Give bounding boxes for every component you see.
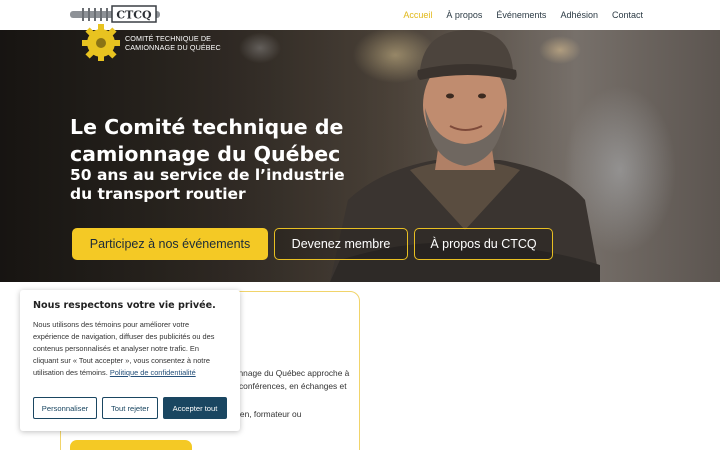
nav-item-evenements[interactable]: Événements [496,10,546,20]
privacy-policy-link[interactable]: Politique de confidentialité [110,368,196,377]
become-member-button[interactable]: Devenez membre [274,228,408,260]
hero-title: Le Comité technique de camionnage du Qué… [70,115,344,166]
intro-text-line-1: ionnage du Québec approche à [232,368,350,378]
hero-subtitle: 50 ans au service de l’industrie du tran… [70,166,345,203]
nav-item-accueil[interactable]: Accueil [403,10,432,20]
customize-button[interactable]: Personnaliser [33,397,97,419]
nav-item-adhesion[interactable]: Adhésion [560,10,598,20]
cookie-consent-banner: Nous respectons votre vie privée. Nous u… [20,290,240,431]
gear-icon [82,24,120,61]
about-ctcq-button[interactable]: À propos du CTCQ [414,228,553,260]
nav-item-a-propos[interactable]: À propos [446,10,482,20]
cookie-actions: Personnaliser Tout rejeter Accepter tout [33,397,227,419]
ctcq-logo[interactable]: CTCQ [68,3,228,61]
intro-text-line-2: n conférences, en échanges et [232,381,347,391]
main-nav: Accueil À propos Événements Adhésion Con… [403,0,643,30]
logo-text: Comité technique de camionnage du Québec [125,34,221,52]
logo-line-2: camionnage du Québec [125,43,221,52]
logo-badge-text: CTCQ [116,9,152,22]
nav-item-contact[interactable]: Contact [612,10,643,20]
events-button[interactable]: Participez à nos événements [72,228,268,260]
accept-all-button[interactable]: Accepter tout [163,397,227,419]
hero-banner: Le Comité technique de camionnage du Qué… [0,30,720,282]
card-cta-button[interactable] [70,440,192,450]
cookie-title: Nous respectons votre vie privée. [33,300,216,311]
intro-text-line-3: icien, formateur ou [232,409,302,419]
cookie-body: Nous utilisons des témoins pour améliore… [33,319,223,379]
logo-line-1: Comité technique de [125,34,212,43]
reject-all-button[interactable]: Tout rejeter [102,397,158,419]
